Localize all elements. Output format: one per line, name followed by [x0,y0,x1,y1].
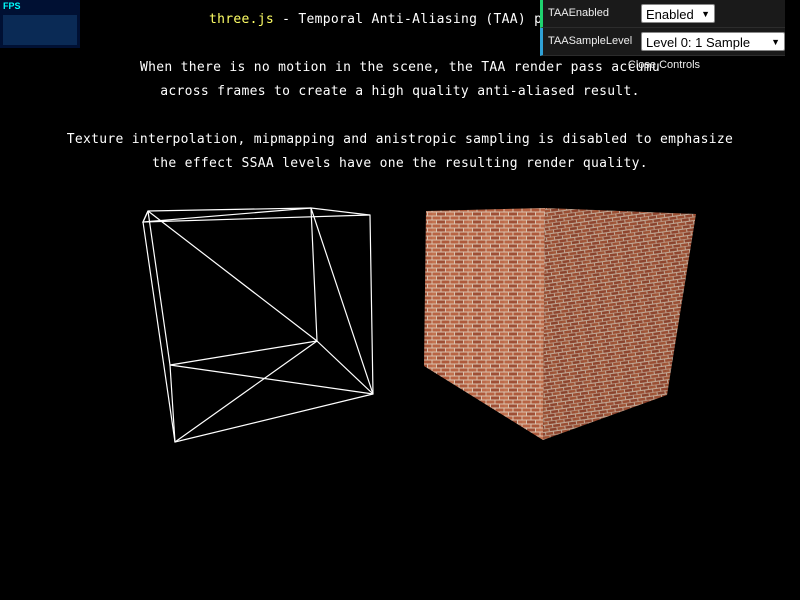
fps-stats-panel[interactable]: FPS [0,0,80,48]
threejs-link[interactable]: three.js [209,12,274,27]
taa-enabled-label: TAAEnabled [548,7,609,19]
description-line-3: Texture interpolation, mipmapping and an… [66,132,734,147]
chevron-down-icon: ▼ [771,37,780,47]
brick-cube [424,208,696,440]
chevron-down-icon: ▼ [701,9,710,19]
taa-sample-level-label: TAASampleLevel [548,35,633,47]
close-controls-button[interactable]: Close Controls [543,56,785,76]
fps-label: FPS [3,1,21,11]
control-row-taa-sample-level: TAASampleLevel Level 0: 1 Sample ▼ [540,28,785,56]
controls-panel: TAAEnabled Enabled ▼ TAASampleLevel Leve… [540,0,785,71]
taa-enabled-select[interactable]: Enabled ▼ [641,4,715,23]
taa-sample-level-value: Level 0: 1 Sample [646,35,751,50]
wireframe-cube [142,207,374,443]
description-line-4: the effect SSAA levels have one the resu… [152,156,648,171]
control-row-taa-enabled: TAAEnabled Enabled ▼ [540,0,785,28]
description-line-2: across frames to create a high quality a… [160,84,640,99]
taa-enabled-value: Enabled [646,7,694,22]
taa-sample-level-select[interactable]: Level 0: 1 Sample ▼ [641,32,785,51]
fps-graph [3,15,77,45]
